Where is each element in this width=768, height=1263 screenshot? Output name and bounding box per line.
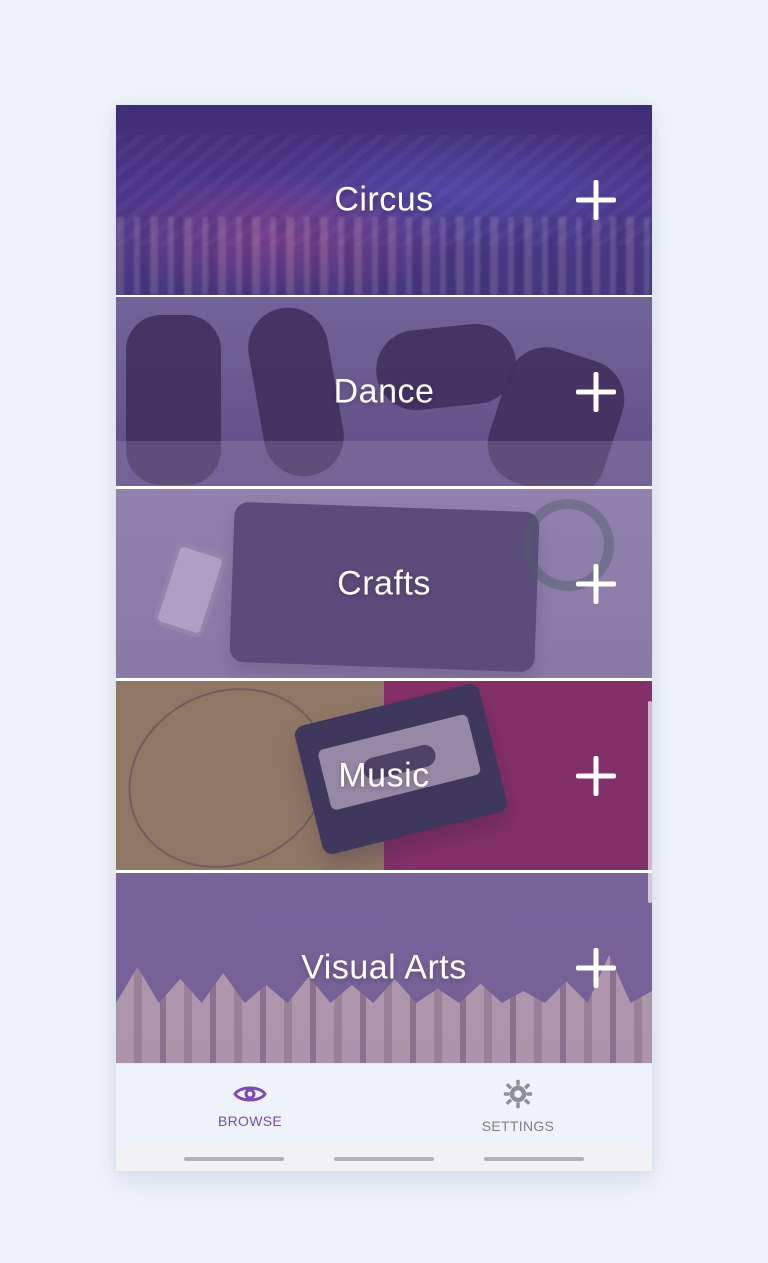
app-screen: Circus Dance Crafts Music Visual Arts BR… xyxy=(116,105,652,1171)
gesture-pill xyxy=(484,1157,584,1161)
add-icon[interactable] xyxy=(576,372,616,412)
bottom-navigation: BROWSE SETTINGS xyxy=(116,1063,652,1148)
nav-settings-button[interactable]: SETTINGS xyxy=(384,1064,652,1148)
nav-label-browse: BROWSE xyxy=(217,1113,283,1129)
add-icon[interactable] xyxy=(576,756,616,796)
gesture-pill xyxy=(184,1157,284,1161)
system-gesture-bar xyxy=(116,1147,652,1171)
category-label: Visual Arts xyxy=(301,948,467,987)
nav-browse-button[interactable]: BROWSE xyxy=(116,1064,384,1148)
category-tile-dance[interactable]: Dance xyxy=(116,297,652,486)
add-icon[interactable] xyxy=(576,180,616,220)
category-label: Circus xyxy=(334,180,434,219)
category-list: Circus Dance Crafts Music Visual Arts xyxy=(116,105,652,1063)
eye-icon xyxy=(233,1083,267,1105)
category-label: Music xyxy=(338,756,430,794)
category-tile-crafts[interactable]: Crafts xyxy=(116,489,652,678)
category-tile-circus[interactable]: Circus xyxy=(116,105,652,295)
category-label: Dance xyxy=(333,372,435,410)
gear-icon xyxy=(502,1078,534,1110)
add-icon[interactable] xyxy=(576,564,616,604)
nav-label-settings: SETTINGS xyxy=(481,1118,555,1134)
scroll-indicator[interactable] xyxy=(648,701,652,903)
category-tile-visual-arts[interactable]: Visual Arts xyxy=(116,873,652,1063)
category-label: Crafts xyxy=(337,564,431,602)
gesture-pill xyxy=(334,1157,434,1161)
category-tile-music[interactable]: Music xyxy=(116,681,652,870)
add-icon[interactable] xyxy=(576,948,616,988)
